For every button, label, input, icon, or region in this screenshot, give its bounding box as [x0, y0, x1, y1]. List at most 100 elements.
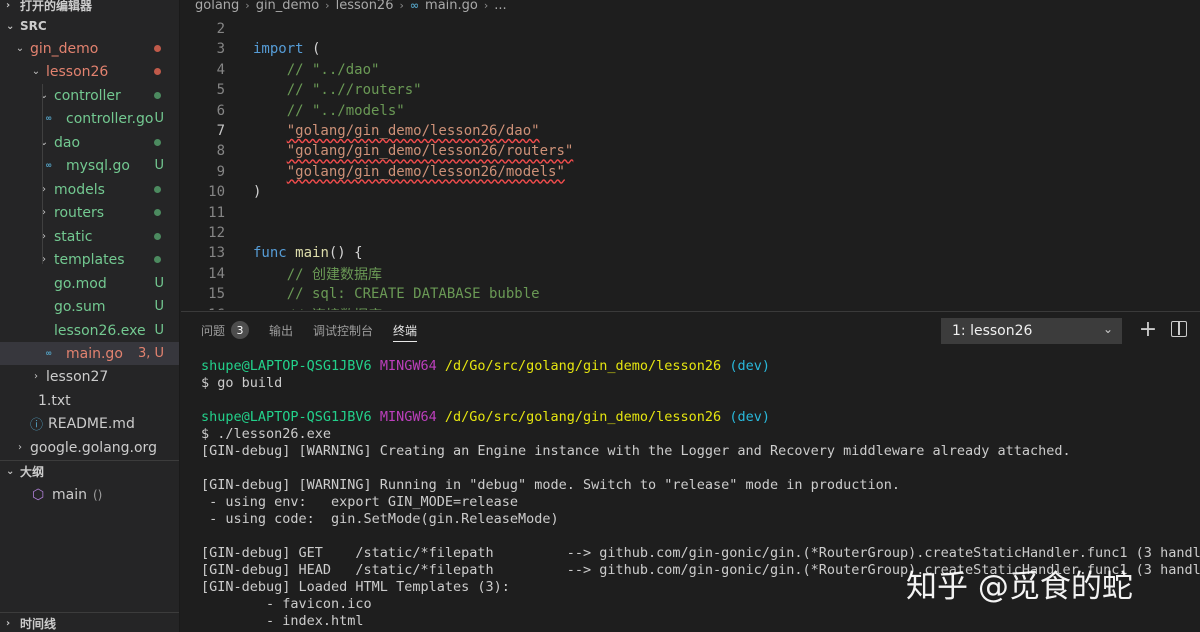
outline-header[interactable]: ⌄ 大纲 [0, 460, 179, 482]
terminal-line: - index.html [201, 613, 364, 629]
tree-item[interactable]: › lesson27 [0, 365, 179, 388]
timeline-header[interactable]: › 时间线 [0, 612, 179, 632]
git-status-dot [154, 92, 161, 99]
src-header[interactable]: ⌄ SRC [0, 15, 179, 37]
code-line[interactable]: 15 // sql: CREATE DATABASE bubble [181, 284, 1200, 304]
code-line[interactable]: 5 // "..//routers" [181, 80, 1200, 100]
chevron-right-icon: › [42, 231, 46, 242]
git-status-dot [154, 256, 161, 263]
tree-item[interactable]: ∞ mysql.go U [0, 154, 179, 177]
tab-problems[interactable]: 问题 3 [201, 312, 250, 348]
code-token: ( [303, 41, 321, 58]
tree-item-label: static [54, 228, 93, 245]
code-line[interactable]: 9 "golang/gin_demo/lesson26/models" [181, 162, 1200, 182]
new-terminal-button[interactable]: + [1137, 317, 1159, 343]
prompt-path: /d/Go/src/golang/gin_demo/lesson26 [436, 409, 722, 425]
tree-item[interactable]: › static [0, 225, 179, 248]
code-editor[interactable]: golang › gin_demo › lesson26 › ∞ main.go… [181, 0, 1200, 310]
line-number: 6 [216, 102, 225, 119]
prompt-host: MINGW64 [371, 409, 437, 425]
terminal-select[interactable]: 1: lesson26 ⌄ [941, 318, 1122, 344]
outline-item-main[interactable]: ⬡ main () [0, 483, 179, 506]
go-file-icon: ∞ [409, 0, 420, 12]
code-text: // 连接数据库 [253, 305, 382, 310]
line-number: 4 [216, 61, 225, 78]
tree-item[interactable]: ⓘ README.md [0, 412, 179, 435]
breadcrumb-separator-icon: › [399, 0, 404, 12]
breadcrumb-item[interactable]: ... [494, 0, 506, 13]
tree-item[interactable]: ⌄ controller [0, 84, 179, 107]
breadcrumb-item[interactable]: gin_demo [256, 0, 319, 13]
line-number: 11 [208, 204, 225, 221]
code-line[interactable]: 7 "golang/gin_demo/lesson26/dao" [181, 121, 1200, 141]
tree-item-label: lesson27 [46, 368, 109, 385]
chevron-right-icon: › [6, 0, 11, 11]
code-line[interactable]: 8 "golang/gin_demo/lesson26/routers" [181, 141, 1200, 161]
tab-label: 问题 [201, 323, 226, 338]
tree-item[interactable]: 1.txt [0, 389, 179, 412]
code-text: "golang/gin_demo/lesson26/dao" [253, 123, 540, 139]
code-line[interactable]: 4 // "../dao" [181, 60, 1200, 80]
code-line[interactable]: 14 // 创建数据库 [181, 264, 1200, 284]
tree-item[interactable]: ⌄ lesson26 [0, 60, 179, 83]
tree-item[interactable]: lesson26.exe U [0, 319, 179, 342]
chevron-down-icon: ⌄ [39, 137, 49, 148]
tree-item[interactable]: ⌄ gin_demo [0, 37, 179, 60]
terminal-line: - using env: export GIN_MODE=release [201, 494, 518, 510]
chevron-right-icon: › [18, 442, 22, 453]
code-line[interactable]: 16 // 连接数据库 [181, 305, 1200, 310]
code-line[interactable]: 10) [181, 182, 1200, 202]
breadcrumb-item[interactable]: main.go [425, 0, 478, 13]
git-status-dot [154, 209, 161, 216]
git-status-dot [154, 233, 161, 240]
line-number: 3 [216, 41, 225, 58]
terminal-line: [GIN-debug] [WARNING] Running in "debug"… [201, 477, 900, 493]
tree-item[interactable]: › templates [0, 248, 179, 271]
line-number: 16 [181, 307, 225, 310]
code-text: // 创建数据库 [253, 264, 382, 284]
tree-item[interactable]: ⌄ dao [0, 131, 179, 154]
tab-debug-console[interactable]: 调试控制台 [313, 312, 373, 348]
code-text: "golang/gin_demo/lesson26/routers" [253, 143, 574, 159]
code-line[interactable]: 13 func main() { [181, 243, 1200, 263]
code-line[interactable]: 2 [181, 19, 1200, 39]
code-line[interactable]: 6 // "../models" [181, 101, 1200, 121]
outline-item-suffix: () [92, 487, 103, 502]
tree-item-label: 1.txt [38, 392, 71, 409]
tree-item-label: README.md [48, 415, 135, 432]
indent-guide [42, 84, 43, 264]
tree-item[interactable]: ∞ controller.go U [0, 107, 179, 130]
tree-item[interactable]: go.sum U [0, 295, 179, 318]
tree-item[interactable]: ∞ main.go 3, U [0, 342, 179, 365]
code-line[interactable]: 11 [181, 203, 1200, 223]
split-terminal-button[interactable] [1171, 321, 1187, 337]
tree-item[interactable]: › routers [0, 201, 179, 224]
code-token: ) [253, 184, 262, 201]
tree-item[interactable]: › models [0, 178, 179, 201]
problems-count-badge: 3 [231, 321, 250, 339]
code-line[interactable]: 12 [181, 223, 1200, 243]
breadcrumb-item[interactable]: lesson26 [336, 0, 394, 13]
tree-item[interactable]: go.mod U [0, 272, 179, 295]
terminal-line: $ go build [201, 375, 283, 391]
chevron-down-icon: ⌄ [6, 20, 15, 32]
prompt-user: shupe@LAPTOP-QSG1JBV6 [201, 409, 372, 425]
line-number: 13 [208, 245, 225, 262]
line-number: 14 [208, 265, 225, 282]
tab-output[interactable]: 输出 [269, 312, 293, 348]
git-status-badge: U [154, 299, 164, 314]
terminal-line: shupe@LAPTOP-QSG1JBV6 MINGW64 /d/Go/src/… [201, 409, 770, 426]
code-text: import ( [253, 41, 320, 57]
code-line[interactable]: 3 import ( [181, 39, 1200, 59]
code-token: main [295, 245, 329, 262]
tab-terminal[interactable]: 终端 [393, 312, 418, 348]
prompt-branch: (dev) [721, 409, 770, 425]
line-number: 12 [208, 225, 225, 241]
tree-item[interactable]: › google.golang.org [0, 436, 179, 459]
tab-label: 输出 [269, 323, 294, 338]
open-editors-header[interactable]: › 打开的编辑器 [0, 0, 179, 16]
breadcrumb-item[interactable]: golang [195, 0, 239, 13]
